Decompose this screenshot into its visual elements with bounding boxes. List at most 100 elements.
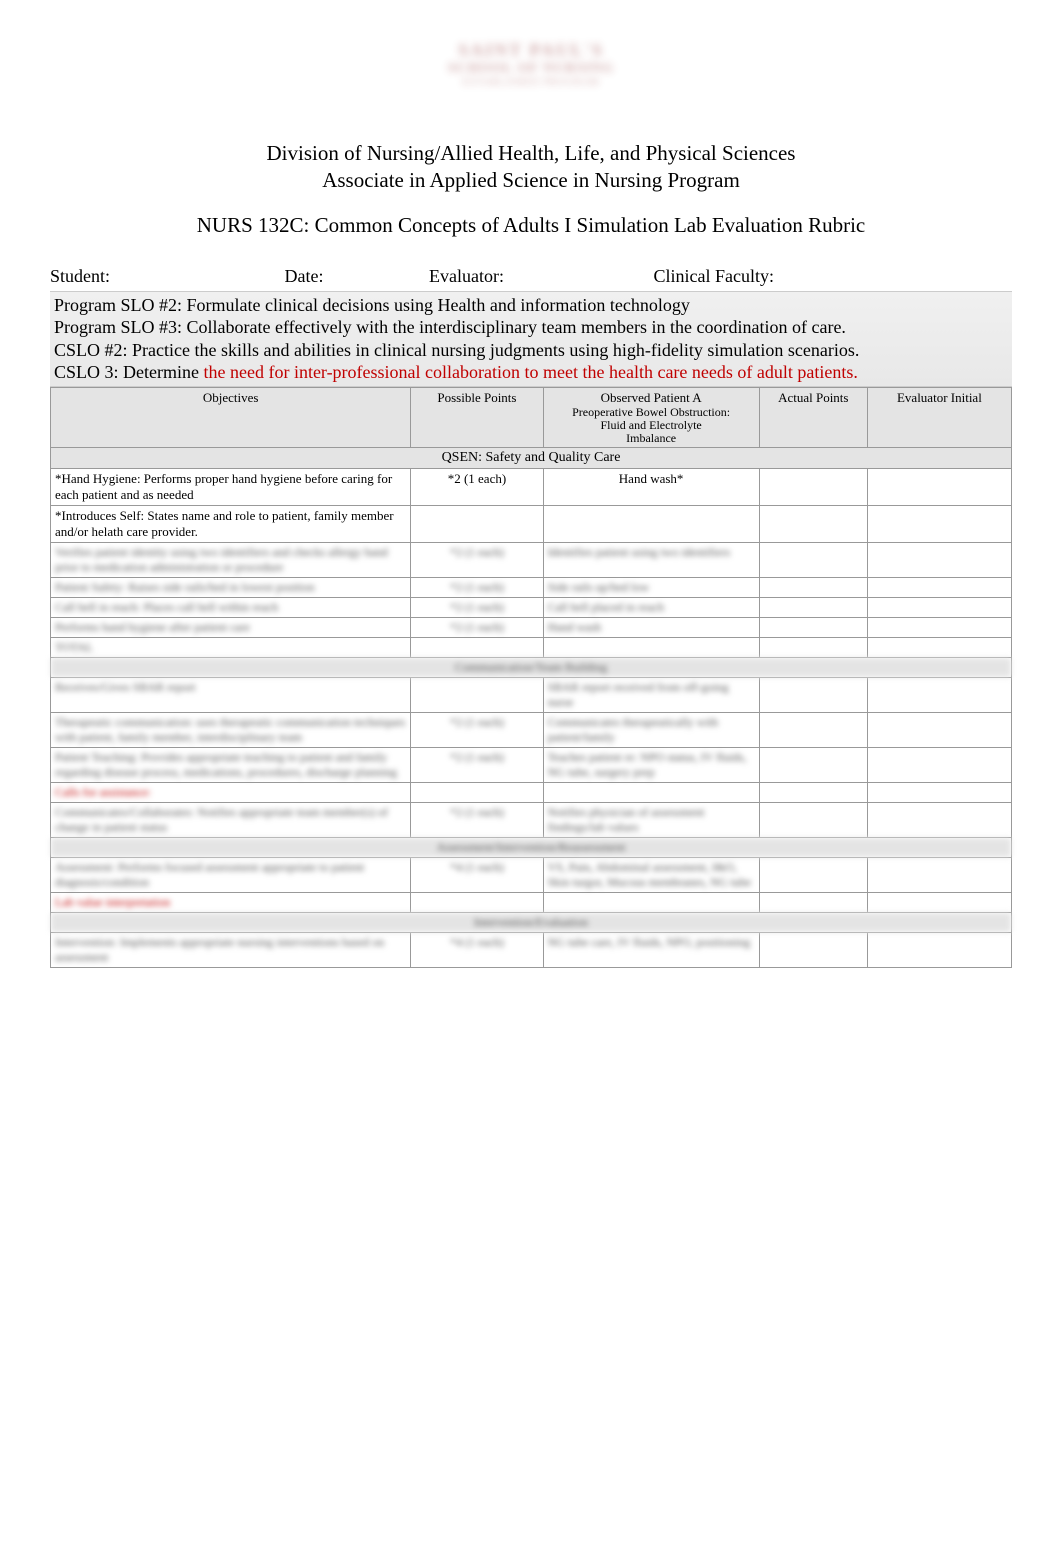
points-cell — [411, 783, 543, 803]
objective-cell: Performs hand hygiene after patient care — [51, 618, 411, 638]
initial-cell — [867, 598, 1011, 618]
initial-cell — [867, 543, 1011, 578]
col-evaluator-initial: Evaluator Initial — [867, 387, 1011, 448]
section-row-communication: Communication/Team Building — [51, 658, 1012, 678]
slo-block: Program SLO #2: Formulate clinical decis… — [50, 291, 1012, 387]
actual-cell — [759, 638, 867, 658]
program-slo-2: Program SLO #2: Formulate clinical decis… — [54, 294, 1008, 317]
initial-cell — [867, 506, 1011, 543]
table-row: Verifies patient identity using two iden… — [51, 543, 1012, 578]
rubric-table: Objectives Possible Points Observed Pati… — [50, 387, 1012, 969]
date-label: Date: — [285, 266, 425, 287]
division-line-2: Associate in Applied Science in Nursing … — [50, 167, 1012, 194]
section-row-intervention: Intervention/Evaluation — [51, 913, 1012, 933]
initial-cell — [867, 783, 1011, 803]
initial-cell — [867, 618, 1011, 638]
cslo-2: CSLO #2: Practice the skills and abiliti… — [54, 339, 1008, 362]
observed-cell: Side rails up/bed low — [543, 578, 759, 598]
points-cell: *2 (1 each) — [411, 713, 543, 748]
initial-cell — [867, 748, 1011, 783]
logo-line-3: ESTABLISHED PROGRAM — [381, 77, 681, 88]
actual-cell — [759, 618, 867, 638]
table-row: *Introduces Self: States name and role t… — [51, 506, 1012, 543]
table-row: Call bell in reach: Places call bell wit… — [51, 598, 1012, 618]
section-assessment: Assessment/Intervention/Reassessment — [51, 838, 1012, 858]
points-cell: *4 (1 each) — [411, 933, 543, 968]
actual-cell — [759, 506, 867, 543]
observed-sub-3: Imbalance — [548, 432, 755, 445]
points-cell: *2 (1 each) — [411, 748, 543, 783]
points-cell — [411, 678, 543, 713]
initial-cell — [867, 933, 1011, 968]
observed-cell: Communicates therapeutically with patien… — [543, 713, 759, 748]
actual-cell — [759, 713, 867, 748]
logo-line-1: SAINT PAUL'S — [381, 40, 681, 61]
observed-cell — [543, 893, 759, 913]
objective-cell: *Introduces Self: States name and role t… — [51, 506, 411, 543]
actual-cell — [759, 578, 867, 598]
initial-cell — [867, 858, 1011, 893]
col-actual-points: Actual Points — [759, 387, 867, 448]
table-row: TOTAL — [51, 638, 1012, 658]
points-cell — [411, 638, 543, 658]
initial-cell — [867, 893, 1011, 913]
student-label: Student: — [50, 266, 280, 287]
evaluator-label: Evaluator: — [429, 266, 649, 287]
objective-cell: Communicates/Collaborates: Notifies appr… — [51, 803, 411, 838]
table-row: Calls for assistance: — [51, 783, 1012, 803]
info-row: Student: Date: Evaluator: Clinical Facul… — [50, 266, 1012, 287]
table-row: Performs hand hygiene after patient care… — [51, 618, 1012, 638]
section-communication: Communication/Team Building — [51, 658, 1012, 678]
objective-cell: Calls for assistance: — [51, 783, 411, 803]
division-line-1: Division of Nursing/Allied Health, Life,… — [50, 140, 1012, 167]
clinical-faculty-label: Clinical Faculty: — [654, 266, 774, 287]
points-cell: *4 (1 each) — [411, 858, 543, 893]
actual-cell — [759, 543, 867, 578]
actual-cell — [759, 678, 867, 713]
initial-cell — [867, 578, 1011, 598]
observed-sub-2: Fluid and Electrolyte — [548, 419, 755, 432]
observed-sub-1: Preoperative Bowel Obstruction: — [548, 406, 755, 419]
observed-cell: Teaches patient re: NPO status, IV fluid… — [543, 748, 759, 783]
observed-cell: Notifies physician of assessment finding… — [543, 803, 759, 838]
table-row: Therapeutic communication: uses therapeu… — [51, 713, 1012, 748]
initial-cell — [867, 678, 1011, 713]
col-objectives: Objectives — [51, 387, 411, 448]
points-cell — [411, 893, 543, 913]
actual-cell — [759, 933, 867, 968]
section-row-assessment: Assessment/Intervention/Reassessment — [51, 838, 1012, 858]
actual-cell — [759, 748, 867, 783]
objective-cell: Assessment: Performs focused assessment … — [51, 858, 411, 893]
initial-cell — [867, 803, 1011, 838]
cslo-3: CSLO 3: Determine the need for inter-pro… — [54, 361, 1008, 384]
table-row: Patient Teaching: Provides appropriate t… — [51, 748, 1012, 783]
objective-cell: Lab value interpretation — [51, 893, 411, 913]
table-row: Intervention: Implements appropriate nur… — [51, 933, 1012, 968]
observed-cell — [543, 638, 759, 658]
observed-cell: Hand wash — [543, 618, 759, 638]
section-qsen-safety: QSEN: Safety and Quality Care — [51, 448, 1012, 469]
points-cell — [411, 506, 543, 543]
objective-cell: Patient Teaching: Provides appropriate t… — [51, 748, 411, 783]
points-cell: *2 (1 each) — [411, 803, 543, 838]
objective-cell: Patient Safety: Raises side rails/bed in… — [51, 578, 411, 598]
table-header-row: Objectives Possible Points Observed Pati… — [51, 387, 1012, 448]
col-possible-points: Possible Points — [411, 387, 543, 448]
observed-cell: Identifies patient using two identifiers — [543, 543, 759, 578]
table-row: Assessment: Performs focused assessment … — [51, 858, 1012, 893]
table-row: Lab value interpretation — [51, 893, 1012, 913]
observed-cell: Hand wash* — [543, 469, 759, 506]
course-title: NURS 132C: Common Concepts of Adults I S… — [50, 213, 1012, 238]
section-row-safety: QSEN: Safety and Quality Care — [51, 448, 1012, 469]
program-slo-3: Program SLO #3: Collaborate effectively … — [54, 316, 1008, 339]
observed-cell — [543, 506, 759, 543]
section-intervention: Intervention/Evaluation — [51, 913, 1012, 933]
objective-cell: *Hand Hygiene: Performs proper hand hygi… — [51, 469, 411, 506]
table-row: Patient Safety: Raises side rails/bed in… — [51, 578, 1012, 598]
actual-cell — [759, 803, 867, 838]
table-row: *Hand Hygiene: Performs proper hand hygi… — [51, 469, 1012, 506]
actual-cell — [759, 783, 867, 803]
actual-cell — [759, 858, 867, 893]
points-cell: *2 (1 each) — [411, 618, 543, 638]
initial-cell — [867, 469, 1011, 506]
